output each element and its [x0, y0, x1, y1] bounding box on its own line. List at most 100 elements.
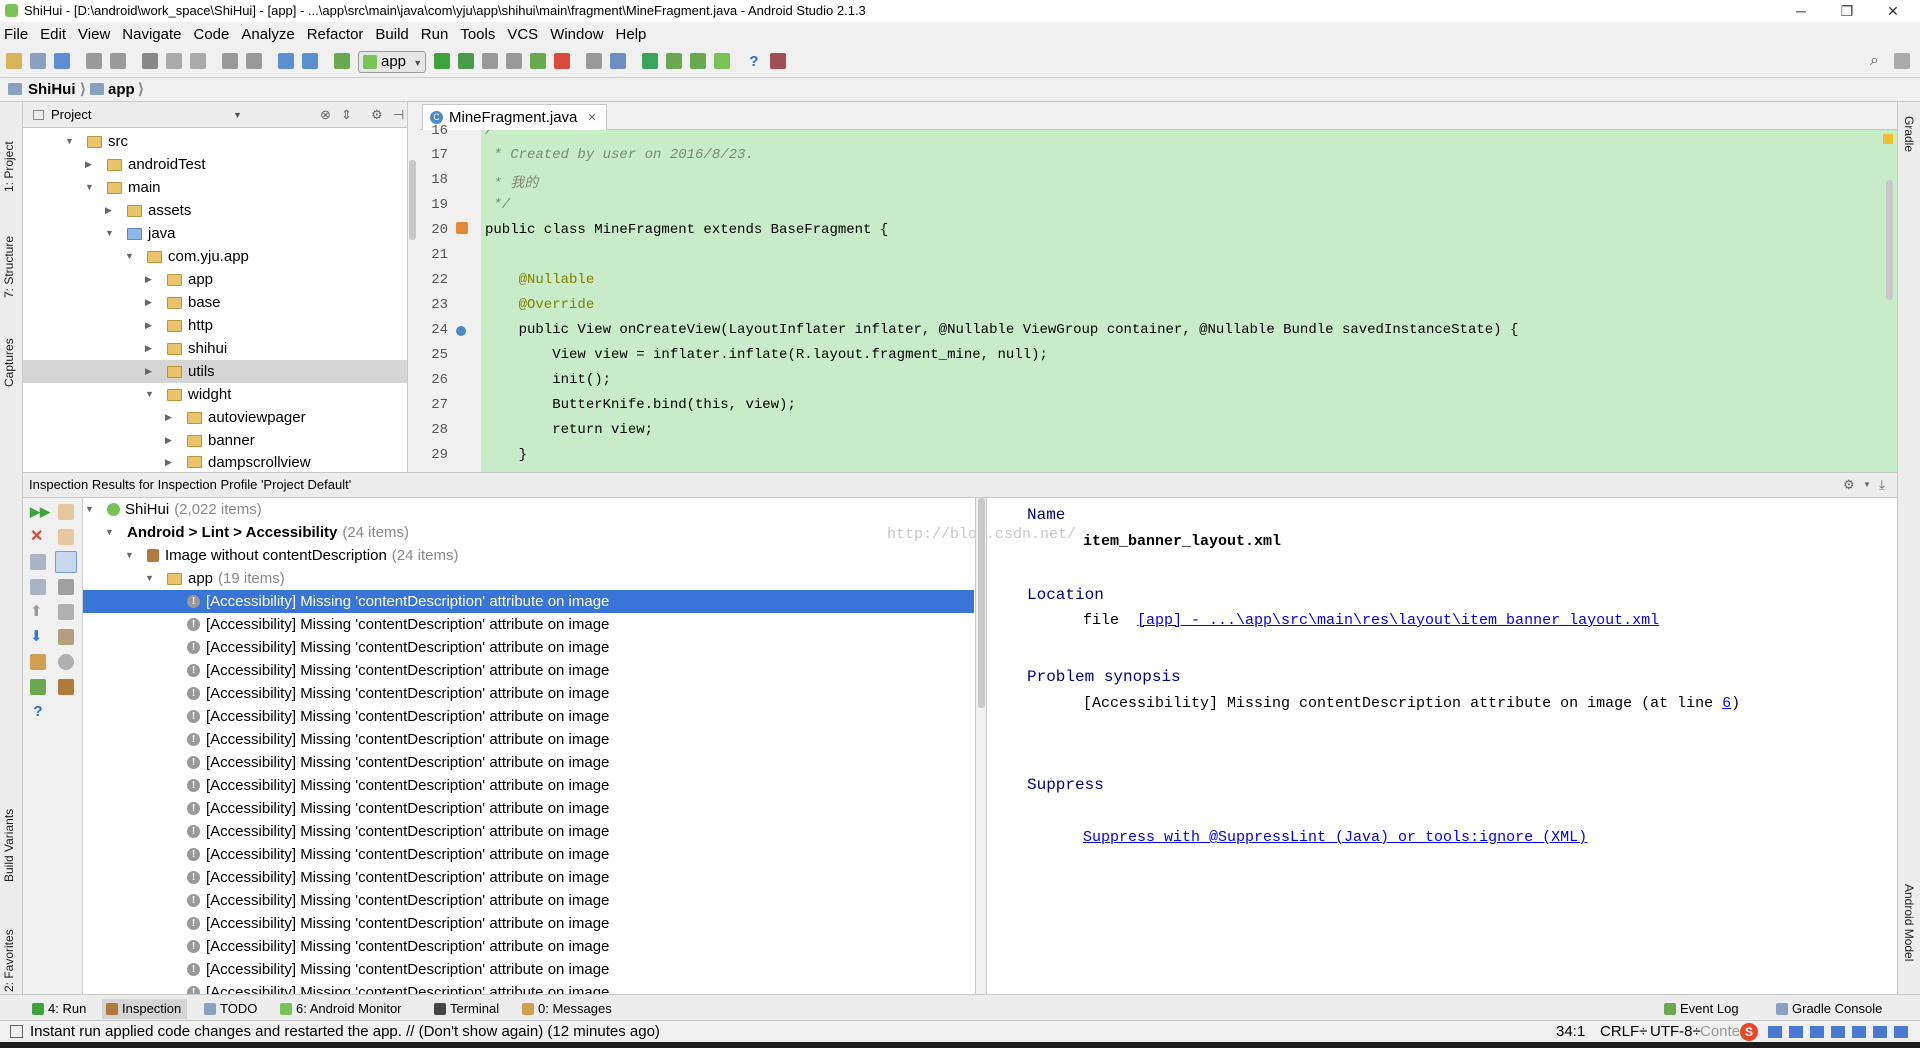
redo-icon[interactable] — [110, 53, 126, 69]
tree-item-java[interactable]: ▼ java — [105, 222, 176, 245]
tree-item-utils[interactable]: ▶ utils — [145, 360, 215, 383]
open-icon[interactable] — [6, 53, 22, 69]
replace-icon[interactable] — [246, 53, 262, 69]
tool-tab-event-log[interactable]: Event Log — [1660, 999, 1745, 1019]
tool-tab-todo[interactable]: TODO — [200, 999, 263, 1019]
tab-gradle[interactable]: Gradle — [1902, 116, 1916, 152]
problem-row[interactable]: ! [Accessibility] Missing 'contentDescrip… — [187, 774, 609, 797]
problem-row[interactable]: ! [Accessibility] Missing 'contentDescrip… — [187, 705, 609, 728]
problem-row[interactable]: ! [Accessibility] Missing 'contentDescrip… — [187, 981, 609, 994]
search-icon[interactable]: ⌕ — [1870, 53, 1886, 69]
problem-row[interactable]: ! [Accessibility] Missing 'contentDescrip… — [187, 636, 609, 659]
menu-code[interactable]: Code — [193, 26, 229, 43]
group-by-directory-icon[interactable] — [58, 529, 74, 545]
problem-row[interactable]: ! [Accessibility] Missing 'contentDescrip… — [187, 843, 609, 866]
menu-build[interactable]: Build — [375, 26, 408, 43]
tree-item-http[interactable]: ▶ http — [145, 314, 213, 337]
suppress-link[interactable]: Suppress with @SuppressLint (Java) or to… — [1083, 829, 1587, 846]
tool-tab-messages[interactable]: 0: Messages — [518, 999, 618, 1019]
hide-panel-icon[interactable]: ⤓ — [1879, 473, 1885, 497]
tree-item-package-root[interactable]: ▼ com.yju.app — [125, 245, 249, 268]
wrench-icon[interactable] — [58, 629, 74, 645]
tree-item-app[interactable]: ▶ app — [145, 268, 213, 291]
splitter[interactable] — [976, 498, 987, 994]
previous-problem-icon[interactable]: ⬆ — [30, 604, 46, 620]
menu-window[interactable]: Window — [550, 26, 603, 43]
problem-row[interactable]: ! [Accessibility] Missing 'contentDescrip… — [187, 935, 609, 958]
filter-icon[interactable] — [55, 551, 77, 573]
tab-build-variants[interactable]: Build Variants — [2, 772, 16, 882]
settings-corner-icon[interactable] — [1894, 53, 1910, 69]
analysis-status-icon[interactable] — [1883, 134, 1893, 144]
context-indicator[interactable]: Conte — [1700, 1021, 1740, 1042]
tree-item-widght[interactable]: ▼ widght — [145, 383, 231, 406]
apply-changes-icon[interactable] — [530, 53, 546, 69]
tab-minefragment[interactable]: C MineFragment.java × — [422, 104, 608, 130]
breadcrumb-project[interactable]: ShiHui — [28, 78, 76, 102]
menu-refactor[interactable]: Refactor — [307, 26, 364, 43]
tree-item-assets[interactable]: ▶ assets — [105, 199, 191, 222]
find-icon[interactable] — [222, 53, 238, 69]
close-button[interactable]: ✕ — [1870, 0, 1916, 22]
problem-row-selected[interactable]: ! [Accessibility] Missing 'contentDescrip… — [83, 590, 974, 613]
menu-file[interactable]: File — [4, 26, 28, 43]
menu-vcs[interactable]: VCS — [507, 26, 538, 43]
chevron-down-icon[interactable]: ▼ — [1863, 473, 1871, 497]
ime-toolbar-icons[interactable] — [1768, 1026, 1908, 1038]
maximize-button[interactable]: ❐ — [1824, 0, 1870, 22]
gear-icon[interactable]: ⚙ — [371, 102, 383, 128]
tree-item-banner[interactable]: ▶ banner — [165, 429, 255, 452]
undo-icon[interactable] — [86, 53, 102, 69]
problem-row[interactable]: ! [Accessibility] Missing 'contentDescrip… — [187, 797, 609, 820]
lightbulb-icon[interactable] — [58, 654, 74, 670]
paste-icon[interactable] — [190, 53, 206, 69]
forward-icon[interactable] — [302, 53, 318, 69]
close-icon[interactable]: ✕ — [30, 529, 46, 545]
caret-position[interactable]: 34:1 — [1556, 1021, 1585, 1042]
problem-row[interactable]: ! [Accessibility] Missing 'contentDescrip… — [187, 820, 609, 843]
problem-row[interactable]: ! [Accessibility] Missing 'contentDescrip… — [187, 889, 609, 912]
sync-icon[interactable] — [54, 53, 70, 69]
tree-module[interactable]: ▼ app (19 items) — [145, 567, 285, 590]
tab-captures[interactable]: Captures — [2, 312, 16, 387]
minimize-button[interactable]: ─ — [1778, 0, 1824, 22]
status-message[interactable]: Instant run applied code changes and res… — [30, 1021, 660, 1042]
group-by-severity-icon[interactable] — [58, 504, 74, 520]
expand-all-icon[interactable] — [30, 554, 46, 570]
tab-android-model[interactable]: Android Model — [1902, 884, 1916, 961]
tab-project[interactable]: 1: Project — [2, 112, 16, 192]
problem-row[interactable]: ! [Accessibility] Missing 'contentDescrip… — [187, 613, 609, 636]
menu-help[interactable]: Help — [616, 26, 647, 43]
problem-row[interactable]: ! [Accessibility] Missing 'contentDescrip… — [187, 682, 609, 705]
android-profiler-icon[interactable] — [770, 53, 786, 69]
scroll-from-source-icon[interactable]: ⊗ — [320, 102, 331, 128]
tree-category[interactable]: ▼ Android > Lint > Accessibility (24 items… — [105, 521, 409, 544]
run-config-select[interactable]: app ▼ — [358, 51, 426, 73]
stop-icon[interactable] — [554, 53, 570, 69]
gradle-sync-icon[interactable] — [642, 53, 658, 69]
tab-structure[interactable]: 7: Structure — [2, 208, 16, 298]
tree-item-main[interactable]: ▼ main — [85, 176, 161, 199]
code-area[interactable]: /** * Created by user on 2016/8/23. * 我的… — [483, 130, 1883, 472]
tool-tab-android-monitor[interactable]: 6: Android Monitor — [276, 999, 408, 1019]
tree-item-autoviewpager[interactable]: ▶ autoviewpager — [165, 406, 306, 429]
back-icon[interactable] — [278, 53, 294, 69]
rerun-icon[interactable]: ▶▶ — [30, 504, 50, 520]
copy-icon[interactable] — [166, 53, 182, 69]
menu-run[interactable]: Run — [421, 26, 449, 43]
tree-item-src[interactable]: ▼ src — [65, 130, 128, 153]
problem-row[interactable]: ! [Accessibility] Missing 'contentDescrip… — [187, 912, 609, 935]
file-encoding[interactable]: UTF-8÷ — [1650, 1021, 1701, 1042]
tree-item-androidtest[interactable]: ▶ androidTest — [85, 153, 206, 176]
project-structure-icon[interactable] — [586, 53, 602, 69]
tree-item-base[interactable]: ▶ base — [145, 291, 221, 314]
line-separator[interactable]: CRLF÷ — [1600, 1021, 1647, 1042]
project-view-label[interactable]: Project — [51, 107, 91, 122]
cut-icon[interactable] — [142, 53, 158, 69]
tab-favorites[interactable]: 2: Favorites — [2, 897, 16, 992]
suppress-icon[interactable] — [58, 679, 74, 695]
tool-tab-gradle-console[interactable]: Gradle Console — [1772, 999, 1888, 1019]
next-problem-icon[interactable]: ⬇ — [30, 629, 46, 645]
make-project-icon[interactable] — [334, 53, 350, 69]
input-method-icon[interactable]: S — [1740, 1023, 1758, 1041]
